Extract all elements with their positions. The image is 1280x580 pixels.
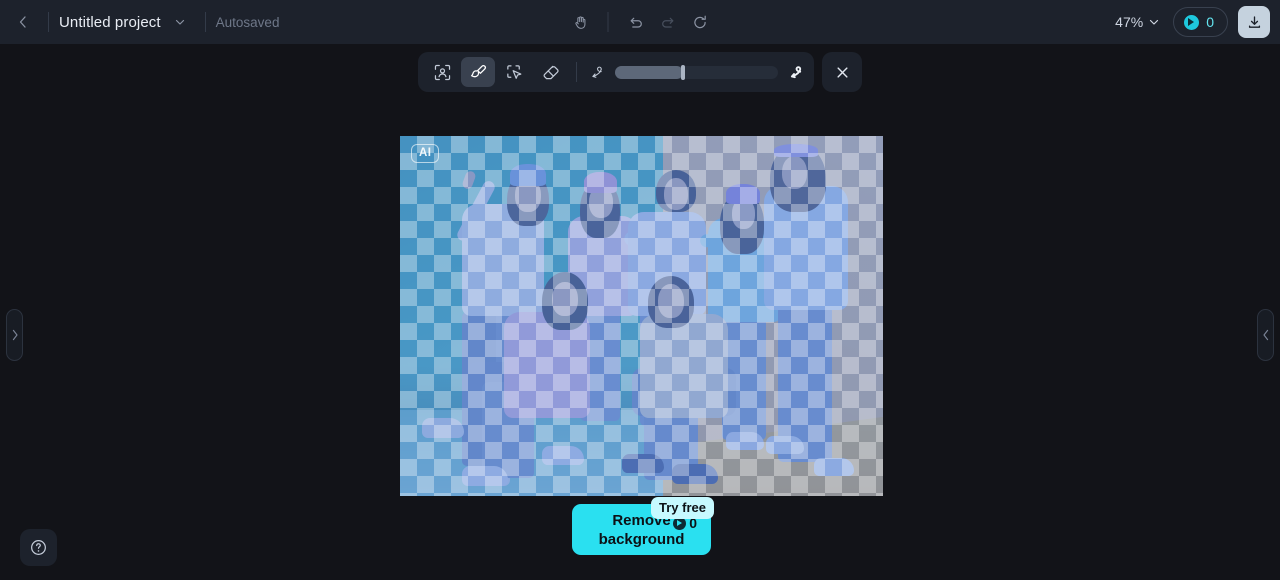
help-button[interactable]	[20, 529, 57, 566]
small-stroke-icon	[588, 63, 606, 81]
person-frame-icon	[433, 63, 452, 82]
app-header: Untitled project Autosaved 47% 0	[0, 0, 1280, 44]
reset-button[interactable]	[685, 7, 715, 37]
ai-badge: AI	[411, 144, 440, 163]
edit-toolbar-group	[418, 52, 862, 92]
credits-count: 0	[1206, 14, 1214, 30]
zoom-control[interactable]: 47%	[1109, 10, 1163, 34]
refresh-icon	[691, 14, 708, 31]
cta-label-line2: background	[598, 531, 685, 548]
eraser-tool-button[interactable]	[533, 57, 567, 87]
edit-toolbar	[418, 52, 814, 92]
header-divider-1	[48, 12, 49, 32]
eraser-icon	[541, 63, 560, 82]
header-divider-2	[204, 12, 206, 32]
left-panel-toggle[interactable]	[6, 309, 23, 361]
close-toolbar-button[interactable]	[822, 52, 862, 92]
undo-arrow-icon	[627, 14, 644, 31]
undo-button[interactable]	[621, 7, 651, 37]
back-button[interactable]	[8, 7, 38, 37]
brush-size-fill	[615, 65, 684, 79]
download-button[interactable]	[1238, 6, 1270, 38]
editor-window: Untitled project Autosaved 47% 0 AI Remo…	[0, 0, 1280, 580]
header-divider-3	[607, 12, 609, 32]
save-status: Autosaved	[215, 14, 280, 30]
paintbrush-icon	[469, 63, 488, 82]
large-stroke-icon	[787, 63, 805, 81]
try-free-badge[interactable]: Try free	[651, 497, 714, 519]
project-menu-button[interactable]	[165, 7, 195, 37]
hand-tool-button[interactable]	[566, 7, 596, 37]
credit-coin-icon	[1184, 14, 1200, 30]
question-circle-icon	[29, 538, 48, 557]
chevron-down-icon	[173, 15, 187, 29]
chevron-left-icon	[1261, 328, 1271, 342]
hand-icon	[572, 14, 589, 31]
credits-badge[interactable]: 0	[1173, 7, 1228, 37]
zoom-level-label: 47%	[1115, 14, 1144, 30]
chevron-down-icon	[1147, 15, 1161, 29]
image-canvas[interactable]: AI	[400, 136, 883, 496]
redo-button[interactable]	[653, 7, 683, 37]
header-left-group: Untitled project Autosaved	[0, 0, 279, 44]
redo-arrow-icon	[659, 14, 676, 31]
marquee-cursor-icon	[505, 63, 524, 82]
header-right-group: 47% 0	[1109, 0, 1270, 44]
header-history-tools	[566, 0, 715, 44]
close-x-icon	[834, 64, 851, 81]
brush-size-knob[interactable]	[681, 64, 686, 80]
magic-select-tool-button[interactable]	[497, 57, 531, 87]
right-panel-toggle[interactable]	[1257, 309, 1274, 361]
source-photo	[400, 136, 883, 496]
brush-size-slider[interactable]	[615, 64, 778, 80]
auto-select-subject-button[interactable]	[425, 57, 459, 87]
remove-background-cta: Remove background 0 Try free	[572, 497, 714, 555]
page-title: Untitled project	[59, 13, 161, 31]
brush-tool-button[interactable]	[461, 57, 495, 87]
download-icon	[1246, 14, 1263, 31]
brush-size-group	[586, 63, 807, 81]
editor-canvas[interactable]: AI	[0, 44, 1280, 580]
toolbar-divider	[576, 62, 577, 82]
chevron-right-icon	[10, 328, 20, 342]
chevron-left-icon	[15, 14, 31, 30]
